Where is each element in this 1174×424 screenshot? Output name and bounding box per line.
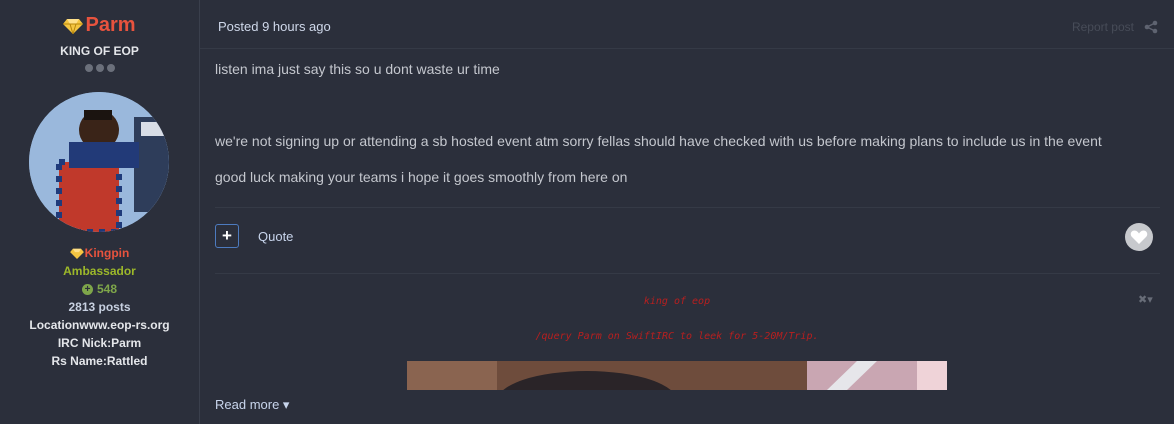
gem-icon [63, 18, 84, 34]
gem-icon [69, 248, 84, 259]
post-count[interactable]: 2813 posts [0, 300, 199, 314]
rank-pips [0, 64, 199, 72]
signature-line: /query Parm on SwiftIRC to leek for 5-20… [535, 331, 819, 342]
irc-nick-field: IRC Nick:Parm [57, 336, 142, 350]
signature-line: king of eop [643, 296, 711, 307]
post-timestamp[interactable]: Posted 9 hours ago [218, 19, 331, 34]
member-title: KING OF EOP [60, 44, 139, 58]
reputation[interactable]: + 548 [0, 282, 199, 296]
signature-image [407, 361, 947, 390]
username-link[interactable]: Parm [0, 14, 199, 37]
post-text-line: good luck making your teams i hope it go… [215, 169, 628, 185]
multiquote-button[interactable]: + [215, 224, 239, 248]
read-more-toggle[interactable]: Read more ▾ [215, 397, 289, 413]
report-post-link[interactable]: Report post [1072, 20, 1134, 34]
reputation-value: 548 [96, 282, 118, 296]
author-panel: Parm KING OF EOP Kingpin Ambassador + 54… [0, 0, 200, 424]
rank-text: Kingpin [84, 246, 130, 260]
heart-icon [1130, 230, 1148, 244]
rs-name-field: Rs Name:Rattled [51, 354, 148, 368]
username-text[interactable]: Parm [85, 14, 135, 37]
member-group: Ambassador [63, 264, 136, 278]
share-icon[interactable] [1144, 20, 1158, 34]
quote-button[interactable]: Quote [258, 229, 293, 244]
post-content: Posted 9 hours ago Report post listen im… [200, 0, 1174, 424]
divider [215, 207, 1160, 208]
avatar[interactable] [29, 92, 169, 232]
post-header: Posted 9 hours ago Report post [200, 0, 1174, 49]
divider [215, 273, 1160, 274]
like-button[interactable] [1125, 223, 1153, 251]
rank-label: Kingpin [0, 246, 199, 260]
rep-plus-icon: + [81, 283, 93, 295]
post-text-line: we're not signing up or attending a sb h… [215, 133, 1102, 149]
location-field: Locationwww.eop-rs.org [29, 318, 170, 332]
post-text-line: listen ima just say this so u dont waste… [215, 61, 500, 77]
